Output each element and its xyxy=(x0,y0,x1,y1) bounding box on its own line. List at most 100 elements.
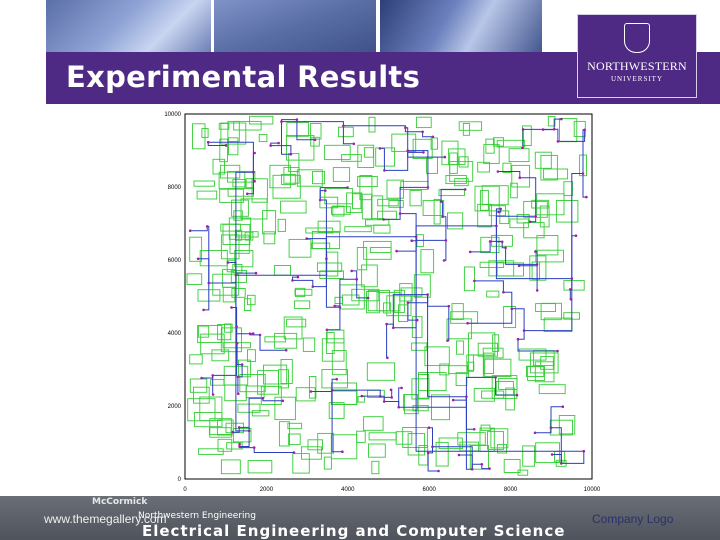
pin-point xyxy=(422,151,425,154)
header-photo-hands xyxy=(46,0,211,52)
y-tick-label: 10000 xyxy=(164,112,181,118)
pin-point xyxy=(541,128,545,131)
pin-point xyxy=(517,264,521,267)
pin-point xyxy=(552,127,556,131)
pin-point xyxy=(335,377,338,381)
pin-point xyxy=(426,186,430,189)
pin-point xyxy=(488,467,491,470)
banner-eecs: Electrical Engineering and Computer Scie… xyxy=(142,522,566,540)
pin-point xyxy=(463,188,467,191)
y-tick-label: 8000 xyxy=(168,185,182,191)
pin-point xyxy=(447,304,451,308)
pin-point xyxy=(240,363,244,366)
pin-point xyxy=(258,333,262,337)
x-axis-ticks: 0 2000 4000 6000 8000 10000 xyxy=(183,487,600,493)
pin-point xyxy=(585,195,588,199)
pin-point xyxy=(309,390,313,393)
pin-point xyxy=(397,405,400,409)
pin-point xyxy=(289,152,293,156)
pin-point xyxy=(560,462,563,465)
pin-point xyxy=(521,128,525,131)
pin-point xyxy=(522,329,526,332)
pin-point xyxy=(325,328,329,332)
pin-point xyxy=(313,138,317,141)
y-tick-label: 6000 xyxy=(168,258,182,264)
pin-point xyxy=(200,376,203,380)
pin-point xyxy=(330,388,334,392)
pin-point xyxy=(515,393,519,397)
pin-point xyxy=(360,394,364,398)
pin-point xyxy=(528,220,532,224)
pin-point xyxy=(206,140,210,144)
pin-point xyxy=(426,451,430,455)
university-seal-icon xyxy=(624,23,650,53)
pin-point xyxy=(385,322,388,326)
pin-point xyxy=(494,376,497,379)
pin-point xyxy=(188,229,192,232)
pin-point xyxy=(480,463,484,466)
pin-point xyxy=(386,356,389,360)
pin-point xyxy=(410,239,414,242)
pin-point xyxy=(496,170,500,173)
footer-company-logo: Company Logo xyxy=(592,512,674,526)
pin-point xyxy=(426,293,429,296)
pin-point xyxy=(253,180,256,183)
y-tick-label: 4000 xyxy=(168,331,182,337)
pin-point xyxy=(534,250,537,253)
pin-point xyxy=(277,141,280,145)
pin-point xyxy=(582,449,586,453)
plot-frame xyxy=(184,113,593,480)
pin-point xyxy=(196,257,200,261)
pin-point xyxy=(437,469,440,473)
pin-point xyxy=(570,277,574,280)
pin-point xyxy=(444,239,448,242)
pin-point xyxy=(341,450,344,454)
pin-point xyxy=(224,144,228,147)
pin-point xyxy=(226,261,230,264)
pin-point xyxy=(280,120,283,123)
pin-point xyxy=(443,155,447,159)
pin-point xyxy=(441,215,444,219)
pin-point xyxy=(499,207,503,211)
pin-point xyxy=(466,321,469,325)
pin-point xyxy=(431,445,434,449)
x-tick-label: 10000 xyxy=(584,487,600,493)
pin-point xyxy=(342,124,345,128)
footer-url: www.themegallery.com xyxy=(44,512,167,526)
pin-point xyxy=(574,234,578,237)
x-tick-label: 2000 xyxy=(260,487,274,493)
pin-point xyxy=(382,218,385,221)
routing-plot: 0 2000 4000 6000 8000 10000 0 2000 4000 6000 8000… xyxy=(164,112,600,493)
pin-point xyxy=(395,249,398,253)
pin-point xyxy=(252,446,256,449)
pin-point xyxy=(427,426,431,430)
pin-point xyxy=(382,400,386,403)
pin-point xyxy=(451,398,455,402)
pin-point xyxy=(550,453,554,456)
pin-point xyxy=(442,259,446,262)
pin-point xyxy=(510,307,514,311)
pin-point xyxy=(400,386,403,390)
pin-point xyxy=(211,393,215,396)
pin-point xyxy=(238,445,241,448)
pin-point xyxy=(234,273,238,277)
pin-point xyxy=(473,279,476,283)
pin-point xyxy=(569,298,573,301)
pin-point xyxy=(535,289,539,292)
banner-mccormick: McCormick xyxy=(92,497,148,507)
university-subtitle: UNIVERSITY xyxy=(611,75,663,83)
pin-point xyxy=(406,301,410,305)
pin-point xyxy=(457,453,461,457)
pin-point xyxy=(569,288,572,291)
y-tick-label: 2000 xyxy=(168,404,182,410)
pin-point xyxy=(338,305,342,309)
pin-point xyxy=(251,332,255,335)
pin-point xyxy=(431,135,435,139)
pin-point xyxy=(292,451,296,454)
pin-point xyxy=(202,308,205,312)
pin-point xyxy=(305,237,308,240)
pin-point xyxy=(404,126,407,129)
slide-title: Experimental Results xyxy=(66,60,421,94)
pin-point xyxy=(560,117,563,121)
pin-point xyxy=(504,246,507,250)
